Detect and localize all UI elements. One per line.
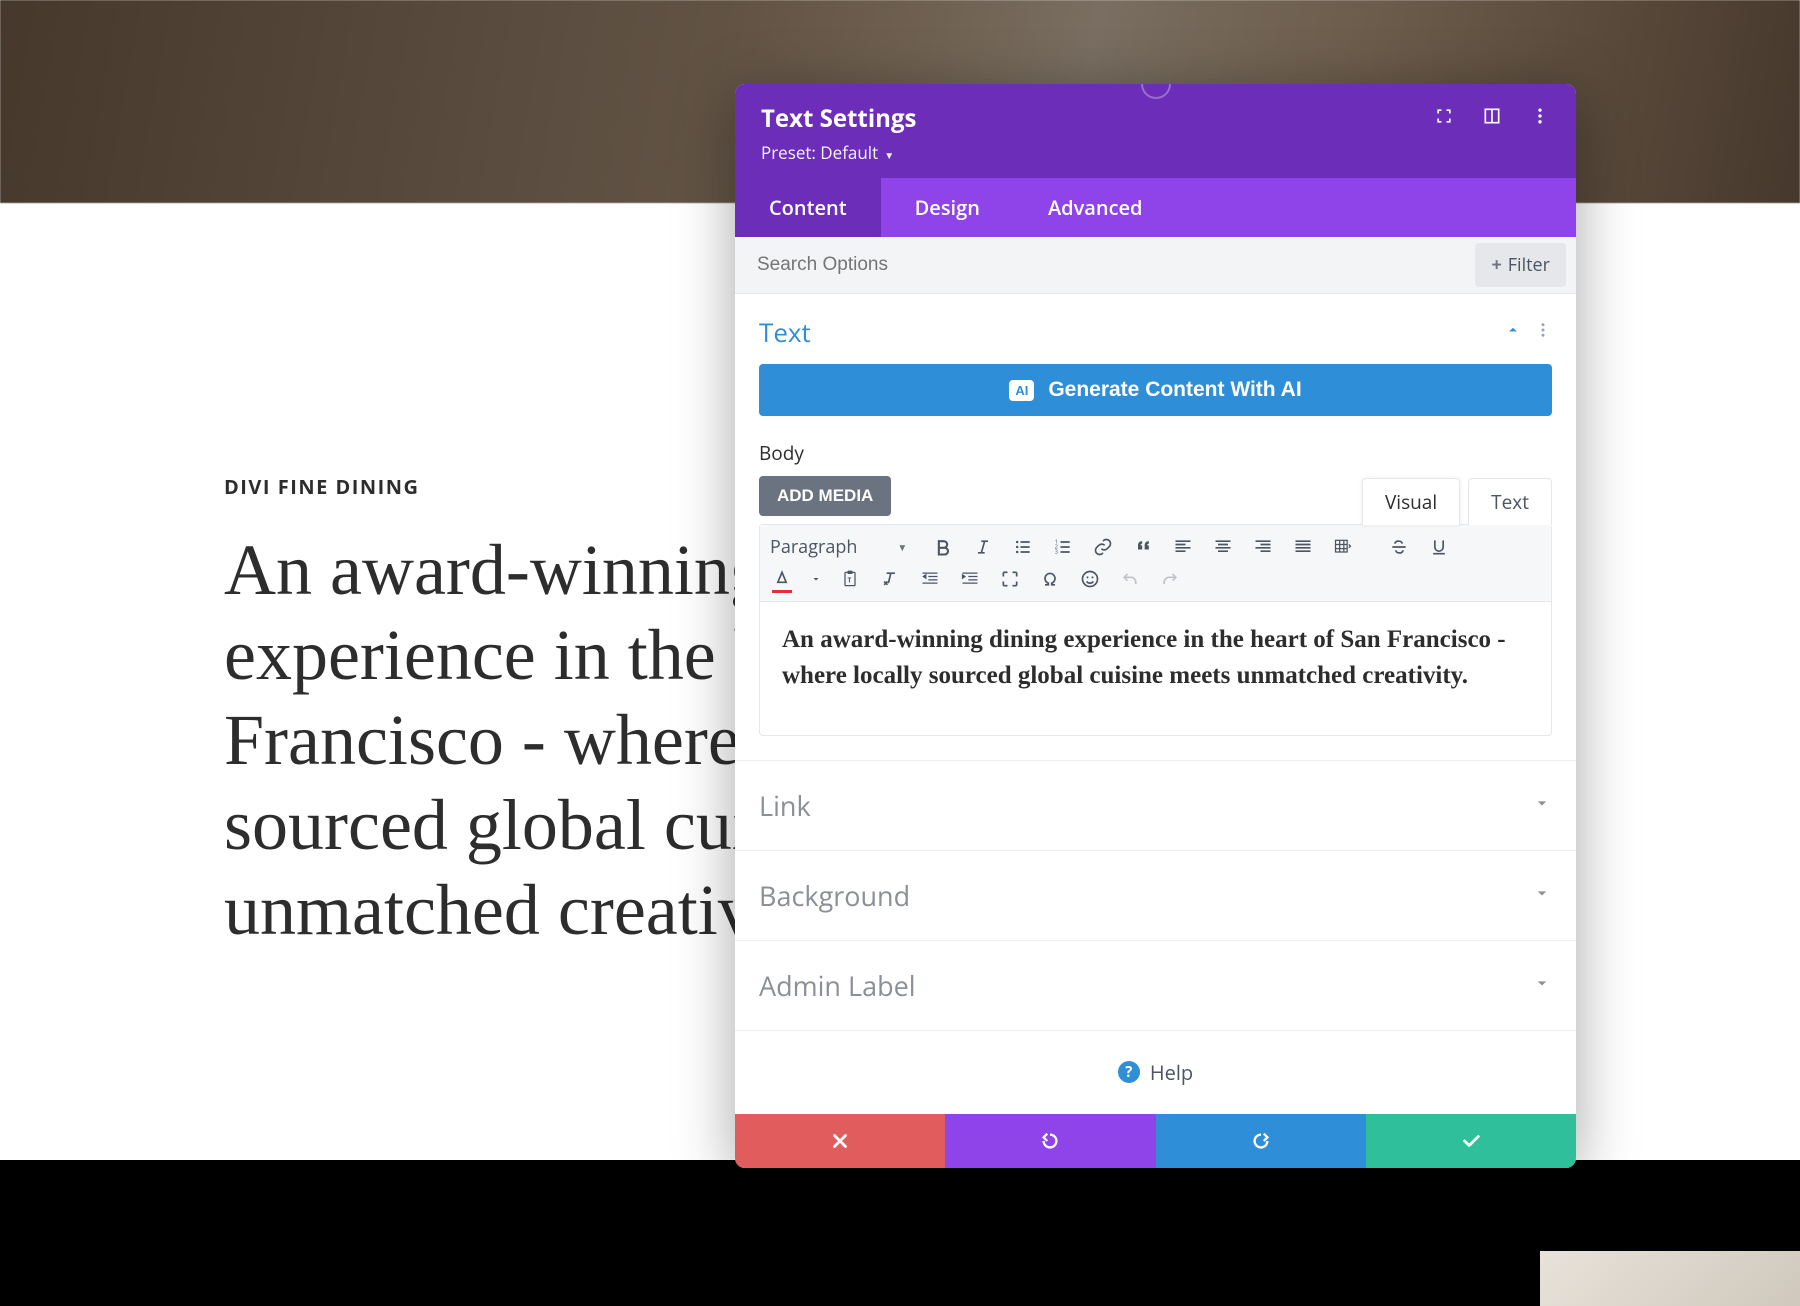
outdent-icon[interactable]: [918, 567, 942, 591]
special-character-icon[interactable]: [1038, 567, 1062, 591]
preset-selector[interactable]: Preset: Default ▼: [761, 141, 916, 164]
indent-icon[interactable]: [958, 567, 982, 591]
text-settings-modal: Text Settings Preset: Default ▼ Content …: [735, 84, 1576, 1168]
preset-label: Preset: Default: [761, 141, 878, 164]
cancel-button[interactable]: [735, 1114, 945, 1168]
section-menu-icon[interactable]: [1534, 321, 1552, 344]
ai-badge-icon: AI: [1009, 380, 1034, 401]
modal-title: Text Settings: [761, 102, 916, 135]
admin-label-section-title: Admin Label: [759, 967, 916, 1004]
ai-button-label: Generate Content With AI: [1048, 378, 1301, 402]
table-icon[interactable]: [1331, 535, 1355, 559]
numbered-list-icon[interactable]: 123: [1051, 535, 1075, 559]
filter-button[interactable]: + Filter: [1475, 243, 1566, 287]
chevron-up-icon: [1504, 321, 1522, 344]
align-center-icon[interactable]: [1211, 535, 1235, 559]
help-row[interactable]: ? Help: [735, 1030, 1576, 1114]
undo-button[interactable]: [945, 1114, 1155, 1168]
chevron-down-icon: [1532, 883, 1552, 908]
align-right-icon[interactable]: [1251, 535, 1275, 559]
rich-text-editor: Paragraph ▼ 123: [759, 524, 1552, 736]
expand-icon[interactable]: [1434, 106, 1454, 131]
text-color-caret-icon[interactable]: [810, 567, 822, 591]
help-icon: ?: [1118, 1061, 1140, 1083]
paragraph-format-label: Paragraph: [770, 535, 857, 559]
generate-ai-button[interactable]: AI Generate Content With AI: [759, 364, 1552, 416]
strikethrough-icon[interactable]: [1387, 535, 1411, 559]
svg-text:3: 3: [1055, 548, 1058, 556]
modal-footer: [735, 1114, 1576, 1168]
redo-button[interactable]: [1156, 1114, 1366, 1168]
tab-design[interactable]: Design: [881, 178, 1014, 237]
svg-text:T: T: [848, 575, 852, 584]
tab-advanced[interactable]: Advanced: [1014, 178, 1177, 237]
text-section-header[interactable]: Text: [735, 294, 1576, 364]
paragraph-format-select[interactable]: Paragraph ▼: [770, 535, 907, 559]
redo-icon[interactable]: [1158, 567, 1182, 591]
align-justify-icon[interactable]: [1291, 535, 1315, 559]
fullscreen-icon[interactable]: [998, 567, 1022, 591]
tab-content[interactable]: Content: [735, 178, 881, 237]
search-input[interactable]: [735, 240, 1475, 290]
link-section-title: Link: [759, 787, 811, 824]
help-label: Help: [1150, 1059, 1193, 1086]
undo-icon[interactable]: [1118, 567, 1142, 591]
bullet-list-icon[interactable]: [1011, 535, 1035, 559]
paste-text-icon[interactable]: T: [838, 567, 862, 591]
body-label: Body: [759, 440, 1552, 466]
align-left-icon[interactable]: [1171, 535, 1195, 559]
editor-content-area[interactable]: An award-winning dining experience in th…: [760, 602, 1551, 735]
blockquote-icon[interactable]: [1131, 535, 1155, 559]
kebab-menu-icon[interactable]: [1530, 106, 1550, 131]
emoji-icon[interactable]: [1078, 567, 1102, 591]
search-row: + Filter: [735, 237, 1576, 294]
link-icon[interactable]: [1091, 535, 1115, 559]
clear-formatting-icon[interactable]: [878, 567, 902, 591]
plus-icon: +: [1491, 253, 1501, 277]
text-section-title: Text: [759, 314, 811, 350]
background-section[interactable]: Background: [735, 850, 1576, 940]
underline-icon[interactable]: [1427, 535, 1451, 559]
chevron-down-icon: [1532, 793, 1552, 818]
editor-tab-visual[interactable]: Visual: [1362, 478, 1460, 525]
background-section-title: Background: [759, 877, 910, 914]
admin-label-section[interactable]: Admin Label: [735, 940, 1576, 1030]
footer-band: [0, 1160, 1800, 1306]
italic-icon[interactable]: [971, 535, 995, 559]
settings-tabs: Content Design Advanced: [735, 178, 1576, 237]
caret-down-icon: ▼: [897, 540, 907, 554]
corner-image: [1540, 1251, 1800, 1306]
caret-down-icon: ▼: [884, 148, 894, 162]
text-color-icon[interactable]: [770, 567, 794, 591]
filter-label: Filter: [1508, 253, 1550, 277]
snap-layout-icon[interactable]: [1482, 106, 1502, 131]
link-section[interactable]: Link: [735, 760, 1576, 850]
bold-icon[interactable]: [931, 535, 955, 559]
save-button[interactable]: [1366, 1114, 1576, 1168]
editor-toolbar: Paragraph ▼ 123: [760, 525, 1551, 602]
editor-tab-text[interactable]: Text: [1468, 478, 1552, 525]
chevron-down-icon: [1532, 973, 1552, 998]
